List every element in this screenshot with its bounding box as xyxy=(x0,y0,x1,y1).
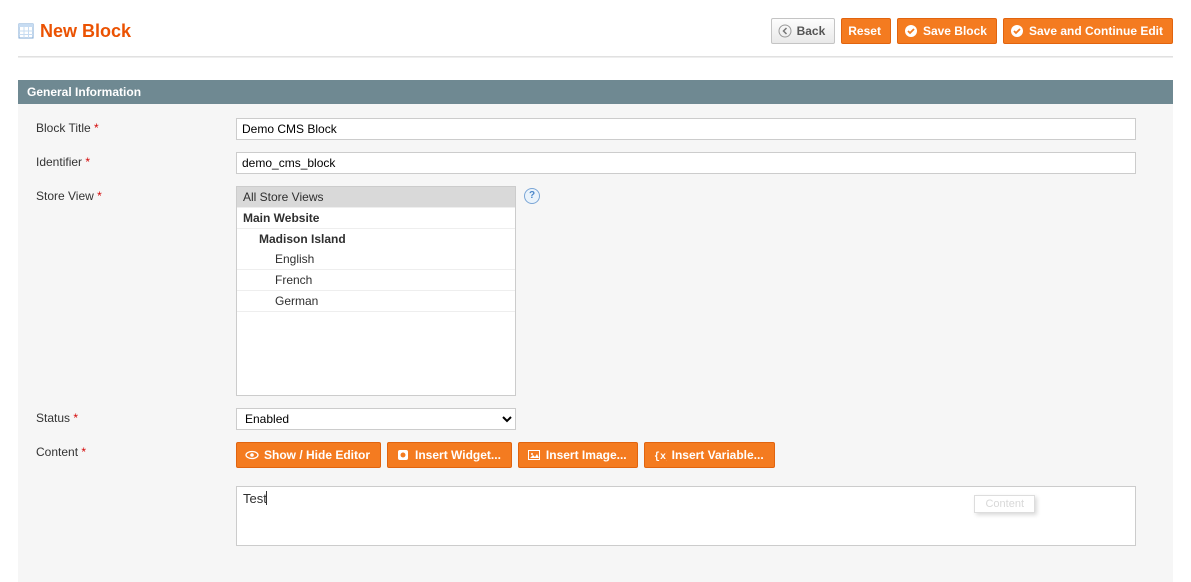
identifier-label: Identifier * xyxy=(36,152,236,169)
reset-button-label: Reset xyxy=(848,22,881,40)
back-button[interactable]: Back xyxy=(771,18,836,44)
identifier-input[interactable] xyxy=(236,152,1136,174)
divider xyxy=(18,56,1173,58)
page-title: New Block xyxy=(40,21,131,42)
insert-widget-label: Insert Widget... xyxy=(415,446,501,464)
insert-widget-button[interactable]: Insert Widget... xyxy=(387,442,512,468)
block-title-label: Block Title * xyxy=(36,118,236,135)
save-continue-button[interactable]: Save and Continue Edit xyxy=(1003,18,1173,44)
svg-text:{x}: {x} xyxy=(654,451,667,462)
store-view-label: Store View * xyxy=(36,186,236,203)
help-icon[interactable]: ? xyxy=(524,188,540,204)
action-buttons: Back Reset Save Block Save and Continue … xyxy=(771,18,1173,44)
store-view-option[interactable]: French xyxy=(237,270,515,291)
store-view-option[interactable]: Madison Island xyxy=(237,229,515,249)
image-icon xyxy=(527,448,541,462)
insert-image-label: Insert Image... xyxy=(546,446,627,464)
status-select[interactable]: EnabledDisabled xyxy=(236,408,516,430)
back-button-label: Back xyxy=(797,22,826,40)
editor-toolbar: Show / Hide Editor Insert Widget... Inse… xyxy=(236,442,1136,468)
page-title-wrap: New Block xyxy=(18,21,131,42)
toggle-editor-label: Show / Hide Editor xyxy=(264,446,370,464)
reset-button[interactable]: Reset xyxy=(841,18,891,44)
save-button-label: Save Block xyxy=(923,22,987,40)
text-caret xyxy=(266,491,267,505)
store-view-multiselect[interactable]: All Store ViewsMain WebsiteMadison Islan… xyxy=(236,186,516,396)
insert-variable-button[interactable]: {x} Insert Variable... xyxy=(644,442,775,468)
content-value: Test xyxy=(243,491,267,506)
block-title-input[interactable] xyxy=(236,118,1136,140)
content-textarea[interactable]: Test Content xyxy=(236,486,1136,546)
status-label: Status * xyxy=(36,408,236,425)
store-view-option[interactable]: All Store Views xyxy=(237,187,515,208)
insert-variable-label: Insert Variable... xyxy=(672,446,764,464)
widget-icon xyxy=(396,448,410,462)
toggle-editor-button[interactable]: Show / Hide Editor xyxy=(236,442,381,468)
content-label: Content * xyxy=(36,442,236,459)
store-view-option[interactable]: English xyxy=(237,249,515,270)
store-view-option[interactable]: Main Website xyxy=(237,208,515,229)
check-circle-icon xyxy=(904,24,918,38)
content-tooltip: Content xyxy=(974,495,1035,513)
grid-icon xyxy=(18,23,34,39)
insert-image-button[interactable]: Insert Image... xyxy=(518,442,638,468)
eye-icon xyxy=(245,448,259,462)
section-header: General Information xyxy=(18,80,1173,104)
save-continue-button-label: Save and Continue Edit xyxy=(1029,22,1163,40)
store-view-option[interactable]: German xyxy=(237,291,515,312)
check-circle-icon xyxy=(1010,24,1024,38)
save-button[interactable]: Save Block xyxy=(897,18,997,44)
variable-icon: {x} xyxy=(653,448,667,462)
back-arrow-icon xyxy=(778,24,792,38)
